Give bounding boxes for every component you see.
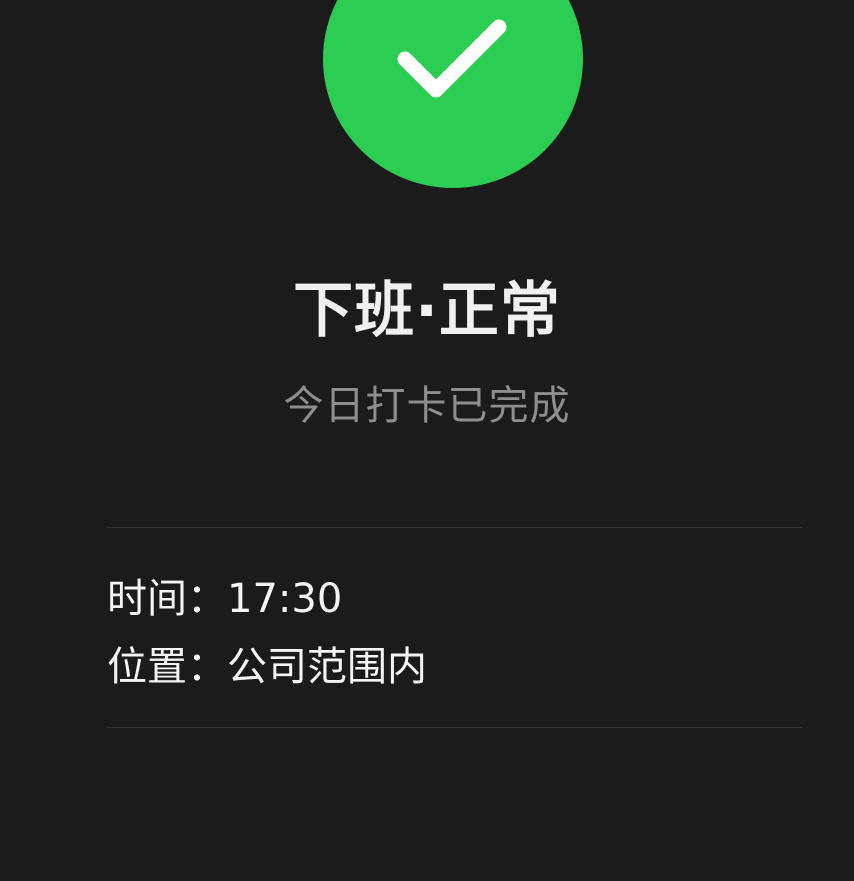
time-label: 时间： (107, 576, 227, 622)
success-check-badge (323, 0, 583, 188)
time-row: 时间：17:30 (107, 573, 342, 625)
location-row: 位置：公司范围内 (107, 641, 427, 693)
location-value: 公司范围内 (227, 644, 427, 690)
checkmark-icon (397, 19, 507, 98)
status-subtitle: 今日打卡已完成 (283, 383, 571, 429)
status-title: 下班·正常 (293, 276, 561, 346)
divider-bottom (107, 727, 802, 728)
time-value: 17:30 (227, 576, 343, 622)
divider-top (107, 527, 802, 528)
location-label: 位置： (107, 644, 227, 690)
